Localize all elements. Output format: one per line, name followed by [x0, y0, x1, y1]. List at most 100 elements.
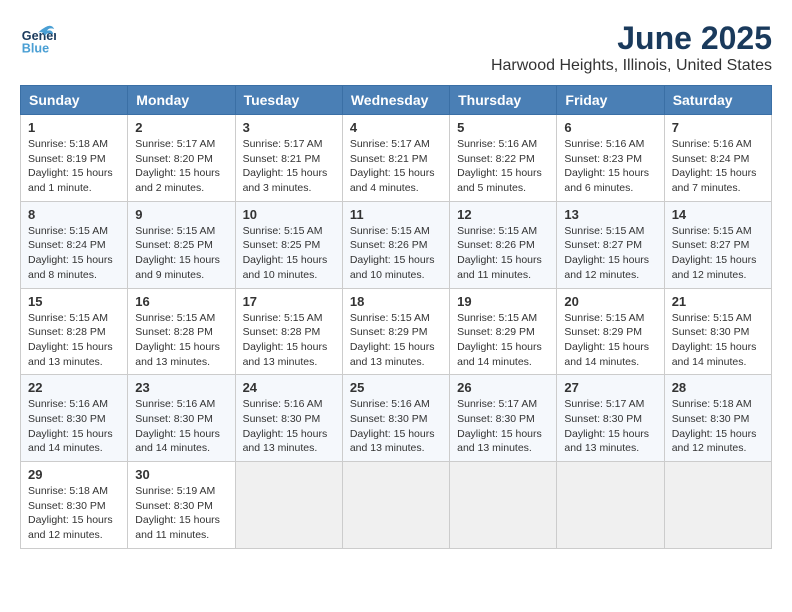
sunset-label: Sunset: 8:23 PM: [564, 153, 642, 165]
sunrise-label: Sunrise: 5:15 AM: [457, 312, 537, 324]
sunrise-label: Sunrise: 5:17 AM: [135, 138, 215, 150]
sunset-label: Sunset: 8:26 PM: [457, 239, 535, 251]
sunrise-label: Sunrise: 5:15 AM: [457, 225, 537, 237]
daylight-label: Daylight: 15 hours and 12 minutes.: [672, 254, 757, 281]
day-info: Sunrise: 5:15 AM Sunset: 8:28 PM Dayligh…: [243, 311, 335, 370]
daylight-label: Daylight: 15 hours and 11 minutes.: [135, 514, 220, 541]
page-header: General Blue June 2025 Harwood Heights, …: [20, 20, 772, 75]
day-number: 5: [457, 120, 549, 135]
calendar-cell: 13 Sunrise: 5:15 AM Sunset: 8:27 PM Dayl…: [557, 201, 664, 288]
col-sunday: Sunday: [21, 86, 128, 115]
calendar-header-row: Sunday Monday Tuesday Wednesday Thursday…: [21, 86, 772, 115]
day-info: Sunrise: 5:15 AM Sunset: 8:24 PM Dayligh…: [28, 224, 120, 283]
logo-icon: General Blue: [20, 20, 56, 56]
day-number: 30: [135, 467, 227, 482]
calendar-cell: 8 Sunrise: 5:15 AM Sunset: 8:24 PM Dayli…: [21, 201, 128, 288]
day-number: 22: [28, 380, 120, 395]
daylight-label: Daylight: 15 hours and 4 minutes.: [350, 167, 435, 194]
day-number: 15: [28, 294, 120, 309]
calendar-cell: 28 Sunrise: 5:18 AM Sunset: 8:30 PM Dayl…: [664, 375, 771, 462]
daylight-label: Daylight: 15 hours and 10 minutes.: [350, 254, 435, 281]
sunset-label: Sunset: 8:30 PM: [243, 413, 321, 425]
day-number: 11: [350, 207, 442, 222]
calendar-cell: 29 Sunrise: 5:18 AM Sunset: 8:30 PM Dayl…: [21, 462, 128, 549]
calendar-cell: [235, 462, 342, 549]
daylight-label: Daylight: 15 hours and 3 minutes.: [243, 167, 328, 194]
sunrise-label: Sunrise: 5:18 AM: [28, 485, 108, 497]
day-info: Sunrise: 5:16 AM Sunset: 8:24 PM Dayligh…: [672, 137, 764, 196]
calendar-week-row: 1 Sunrise: 5:18 AM Sunset: 8:19 PM Dayli…: [21, 115, 772, 202]
day-number: 8: [28, 207, 120, 222]
calendar-cell: 11 Sunrise: 5:15 AM Sunset: 8:26 PM Dayl…: [342, 201, 449, 288]
day-number: 2: [135, 120, 227, 135]
calendar-cell: 18 Sunrise: 5:15 AM Sunset: 8:29 PM Dayl…: [342, 288, 449, 375]
day-info: Sunrise: 5:15 AM Sunset: 8:30 PM Dayligh…: [672, 311, 764, 370]
day-number: 13: [564, 207, 656, 222]
day-number: 18: [350, 294, 442, 309]
sunrise-label: Sunrise: 5:17 AM: [564, 398, 644, 410]
sunrise-label: Sunrise: 5:15 AM: [28, 225, 108, 237]
daylight-label: Daylight: 15 hours and 13 minutes.: [243, 428, 328, 455]
day-info: Sunrise: 5:17 AM Sunset: 8:21 PM Dayligh…: [350, 137, 442, 196]
calendar-cell: 1 Sunrise: 5:18 AM Sunset: 8:19 PM Dayli…: [21, 115, 128, 202]
sunset-label: Sunset: 8:24 PM: [672, 153, 750, 165]
calendar-week-row: 15 Sunrise: 5:15 AM Sunset: 8:28 PM Dayl…: [21, 288, 772, 375]
day-info: Sunrise: 5:18 AM Sunset: 8:30 PM Dayligh…: [672, 397, 764, 456]
day-info: Sunrise: 5:15 AM Sunset: 8:27 PM Dayligh…: [564, 224, 656, 283]
day-number: 4: [350, 120, 442, 135]
day-number: 20: [564, 294, 656, 309]
day-info: Sunrise: 5:19 AM Sunset: 8:30 PM Dayligh…: [135, 484, 227, 543]
sunset-label: Sunset: 8:19 PM: [28, 153, 106, 165]
daylight-label: Daylight: 15 hours and 13 minutes.: [564, 428, 649, 455]
calendar-week-row: 8 Sunrise: 5:15 AM Sunset: 8:24 PM Dayli…: [21, 201, 772, 288]
sunrise-label: Sunrise: 5:16 AM: [135, 398, 215, 410]
daylight-label: Daylight: 15 hours and 13 minutes.: [28, 341, 113, 368]
daylight-label: Daylight: 15 hours and 14 minutes.: [28, 428, 113, 455]
sunrise-label: Sunrise: 5:16 AM: [28, 398, 108, 410]
day-info: Sunrise: 5:17 AM Sunset: 8:30 PM Dayligh…: [457, 397, 549, 456]
col-friday: Friday: [557, 86, 664, 115]
day-number: 28: [672, 380, 764, 395]
daylight-label: Daylight: 15 hours and 13 minutes.: [350, 341, 435, 368]
page-title: June 2025: [491, 20, 772, 57]
sunrise-label: Sunrise: 5:15 AM: [564, 312, 644, 324]
sunset-label: Sunset: 8:22 PM: [457, 153, 535, 165]
day-number: 12: [457, 207, 549, 222]
daylight-label: Daylight: 15 hours and 11 minutes.: [457, 254, 542, 281]
calendar-cell: 17 Sunrise: 5:15 AM Sunset: 8:28 PM Dayl…: [235, 288, 342, 375]
sunset-label: Sunset: 8:26 PM: [350, 239, 428, 251]
sunset-label: Sunset: 8:28 PM: [243, 326, 321, 338]
col-wednesday: Wednesday: [342, 86, 449, 115]
sunset-label: Sunset: 8:24 PM: [28, 239, 106, 251]
daylight-label: Daylight: 15 hours and 6 minutes.: [564, 167, 649, 194]
sunrise-label: Sunrise: 5:15 AM: [135, 225, 215, 237]
sunrise-label: Sunrise: 5:17 AM: [350, 138, 430, 150]
daylight-label: Daylight: 15 hours and 10 minutes.: [243, 254, 328, 281]
sunset-label: Sunset: 8:29 PM: [350, 326, 428, 338]
day-number: 27: [564, 380, 656, 395]
daylight-label: Daylight: 15 hours and 13 minutes.: [457, 428, 542, 455]
sunset-label: Sunset: 8:29 PM: [457, 326, 535, 338]
sunrise-label: Sunrise: 5:18 AM: [672, 398, 752, 410]
sunset-label: Sunset: 8:30 PM: [672, 413, 750, 425]
daylight-label: Daylight: 15 hours and 5 minutes.: [457, 167, 542, 194]
logo: General Blue: [20, 20, 56, 56]
calendar-cell: [557, 462, 664, 549]
sunrise-label: Sunrise: 5:16 AM: [457, 138, 537, 150]
daylight-label: Daylight: 15 hours and 8 minutes.: [28, 254, 113, 281]
sunrise-label: Sunrise: 5:17 AM: [457, 398, 537, 410]
daylight-label: Daylight: 15 hours and 13 minutes.: [350, 428, 435, 455]
day-number: 6: [564, 120, 656, 135]
day-info: Sunrise: 5:15 AM Sunset: 8:29 PM Dayligh…: [457, 311, 549, 370]
title-area: June 2025 Harwood Heights, Illinois, Uni…: [491, 20, 772, 75]
daylight-label: Daylight: 15 hours and 14 minutes.: [672, 341, 757, 368]
day-info: Sunrise: 5:16 AM Sunset: 8:30 PM Dayligh…: [135, 397, 227, 456]
calendar-cell: 10 Sunrise: 5:15 AM Sunset: 8:25 PM Dayl…: [235, 201, 342, 288]
calendar-cell: 27 Sunrise: 5:17 AM Sunset: 8:30 PM Dayl…: [557, 375, 664, 462]
sunrise-label: Sunrise: 5:18 AM: [28, 138, 108, 150]
sunset-label: Sunset: 8:30 PM: [457, 413, 535, 425]
calendar-cell: 20 Sunrise: 5:15 AM Sunset: 8:29 PM Dayl…: [557, 288, 664, 375]
daylight-label: Daylight: 15 hours and 14 minutes.: [564, 341, 649, 368]
col-thursday: Thursday: [450, 86, 557, 115]
day-info: Sunrise: 5:15 AM Sunset: 8:28 PM Dayligh…: [28, 311, 120, 370]
